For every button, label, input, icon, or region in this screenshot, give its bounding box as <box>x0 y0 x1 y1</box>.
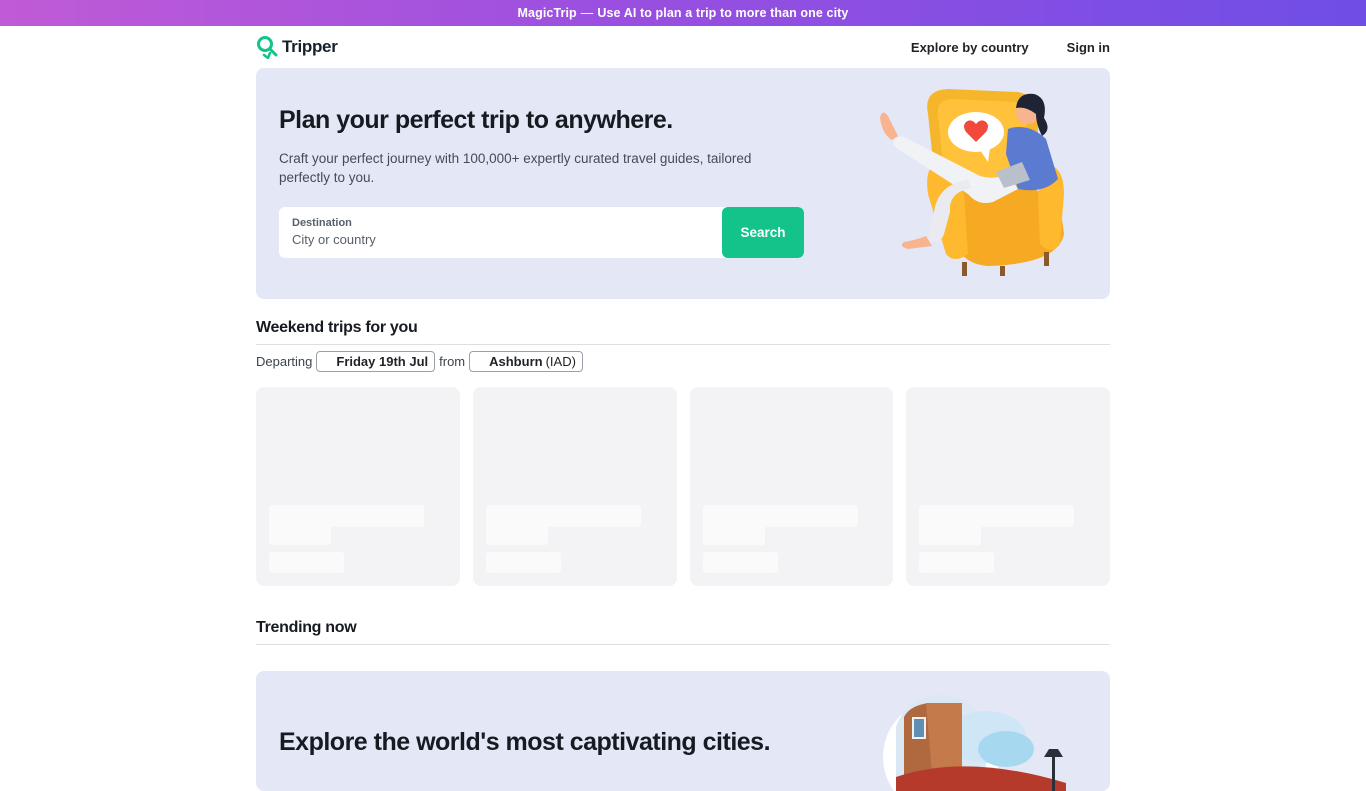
destination-input[interactable] <box>292 232 709 247</box>
skeleton-line <box>269 552 344 573</box>
weekend-trip-cards <box>256 387 1110 586</box>
explore-cities-banner[interactable]: Explore the world's most captivating cit… <box>256 671 1110 791</box>
armchair-traveler-illustration <box>880 89 1064 276</box>
sign-in-link[interactable]: Sign in <box>1067 40 1110 55</box>
origin-code: (IAD) <box>545 354 576 369</box>
trending-now-heading: Trending now <box>256 619 1110 645</box>
logo[interactable]: Tripper <box>256 35 338 59</box>
explore-by-country-link[interactable]: Explore by country <box>911 40 1029 55</box>
banner-title: Explore the world's most captivating cit… <box>279 728 771 756</box>
hero-subtitle: Craft your perfect journey with 100,000+… <box>279 151 752 185</box>
skeleton-line <box>919 552 995 573</box>
trip-card-placeholder[interactable] <box>256 387 460 586</box>
skeleton-line <box>919 523 982 545</box>
main-nav: Explore by country Sign in <box>911 40 1110 55</box>
skeleton-line <box>269 523 331 545</box>
from-label: from <box>439 354 466 369</box>
trip-card-placeholder[interactable] <box>472 387 677 586</box>
promo-dash: — <box>580 6 594 20</box>
destination-field[interactable]: Destination <box>279 207 722 258</box>
hero-section: Plan your perfect trip to anywhere. Craf… <box>256 68 1110 299</box>
logo-text: Tripper <box>282 37 338 56</box>
trip-card-placeholder[interactable] <box>906 387 1110 586</box>
promo-text: Use AI to plan a trip to more than one c… <box>597 6 849 20</box>
departing-filters: Departing Friday 19th Jul from Ashburn (… <box>256 351 583 372</box>
skeleton-line <box>702 552 778 573</box>
skeleton-line <box>485 552 561 573</box>
destination-label: Destination <box>292 217 352 229</box>
departing-label: Departing <box>256 354 313 369</box>
destination-search: Destination Search <box>279 207 804 258</box>
hero-title: Plan your perfect trip to anywhere. <box>279 106 673 134</box>
site-header: Tripper Explore by country Sign in <box>256 26 1110 68</box>
origin-airport-selector[interactable]: Ashburn (IAD) <box>469 351 583 372</box>
promo-banner[interactable]: MagicTrip — Use AI to plan a trip to mor… <box>0 0 1366 26</box>
search-button[interactable]: Search <box>722 207 804 258</box>
trip-card-placeholder[interactable] <box>689 387 894 586</box>
promo-brand: MagicTrip <box>517 6 577 20</box>
skeleton-line <box>702 523 765 545</box>
origin-city: Ashburn <box>489 354 543 369</box>
departure-date-selector[interactable]: Friday 19th Jul <box>316 351 436 372</box>
tripper-logo-icon <box>257 36 278 59</box>
skeleton-line <box>485 523 548 545</box>
weekend-trips-heading: Weekend trips for you <box>256 319 1110 345</box>
departure-date-value: Friday 19th Jul <box>336 354 429 369</box>
city-illustration <box>883 695 1066 791</box>
